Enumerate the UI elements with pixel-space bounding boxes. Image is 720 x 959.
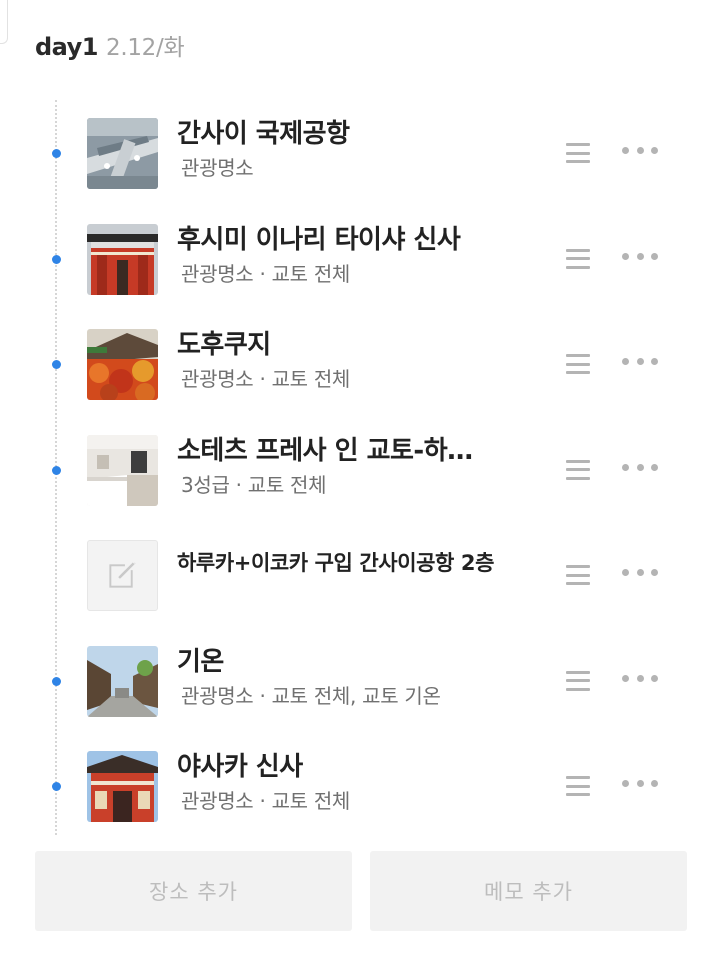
memo-text: 하루카+이코카 구입 간사이공항 2층 — [177, 551, 495, 575]
more-options-icon[interactable] — [622, 147, 658, 155]
memo-item[interactable]: 하루카+이코카 구입 간사이공항 2층 — [0, 522, 720, 628]
timeline-dot — [52, 465, 61, 475]
item-subtitle: 관광명소 · 교토 전체 — [181, 261, 351, 286]
autumn-temple-photo[interactable] — [87, 329, 158, 400]
shrine-gate-photo[interactable] — [87, 223, 158, 295]
drag-handle-icon[interactable] — [566, 143, 590, 163]
itinerary-list: 간사이 국제공항 관광명소 후시미 이나리 타이샤 신사 관광명소 · 교토 전… — [0, 100, 720, 839]
timeline-dot — [52, 676, 61, 686]
drag-handle-icon[interactable] — [566, 565, 590, 585]
corner-tab-edge — [0, 0, 8, 44]
itinerary-item[interactable]: 후시미 이나리 타이샤 신사 관광명소 · 교토 전체 — [0, 206, 720, 312]
day-date: 2.12/화 — [105, 35, 185, 61]
hotel-room-photo[interactable] — [87, 434, 158, 506]
item-title: 도후쿠지 — [177, 330, 271, 360]
itinerary-item[interactable]: 소테츠 프레사 인 교토-하… 3성급 · 교토 전체 — [0, 417, 720, 523]
item-title: 간사이 국제공항 — [177, 119, 350, 149]
drag-handle-icon[interactable] — [566, 776, 590, 796]
more-options-icon[interactable] — [622, 463, 658, 472]
itinerary-item[interactable]: 간사이 국제공항 관광명소 — [0, 100, 720, 206]
more-options-icon[interactable] — [622, 358, 658, 366]
add-place-button[interactable]: 장소 추가 — [35, 851, 352, 931]
timeline-dot — [52, 360, 61, 369]
item-subtitle: 관광명소 · 교토 전체 — [181, 367, 351, 391]
street-photo[interactable] — [87, 645, 158, 717]
more-options-icon[interactable] — [622, 674, 658, 683]
item-subtitle: 관광명소 · 교토 전체 — [181, 789, 351, 813]
day-label: day1 — [35, 33, 98, 61]
timeline-dot — [52, 254, 61, 264]
drag-handle-icon[interactable] — [566, 354, 590, 374]
item-title: 후시미 이나리 타이샤 신사 — [177, 224, 461, 255]
item-title: 기온 — [177, 646, 224, 677]
more-options-icon[interactable] — [622, 780, 658, 788]
drag-handle-icon[interactable] — [566, 670, 590, 691]
add-memo-button[interactable]: 메모 추가 — [370, 851, 687, 931]
more-options-icon[interactable] — [622, 569, 658, 577]
timeline-dot — [52, 149, 61, 158]
itinerary-item[interactable]: 기온 관광명소 · 교토 전체, 교토 기온 — [0, 628, 720, 734]
item-title: 야사카 신사 — [177, 752, 303, 782]
item-subtitle: 3성급 · 교토 전체 — [181, 472, 327, 497]
memo-edit-icon — [87, 540, 158, 611]
item-subtitle: 관광명소 · 교토 전체, 교토 기온 — [181, 683, 441, 708]
itinerary-item[interactable]: 도후쿠지 관광명소 · 교토 전체 — [0, 311, 720, 417]
drag-handle-icon[interactable] — [566, 459, 590, 480]
airport-photo[interactable] — [87, 118, 158, 189]
item-title: 소테츠 프레사 인 교토-하… — [177, 435, 473, 466]
item-subtitle: 관광명소 — [181, 156, 254, 180]
more-options-icon[interactable] — [622, 252, 658, 261]
timeline-dot — [52, 782, 61, 791]
red-shrine-photo[interactable] — [87, 751, 158, 822]
itinerary-item[interactable]: 야사카 신사 관광명소 · 교토 전체 — [0, 733, 720, 839]
day-header: day1 2.12/화 — [35, 28, 185, 62]
drag-handle-icon[interactable] — [566, 248, 590, 269]
